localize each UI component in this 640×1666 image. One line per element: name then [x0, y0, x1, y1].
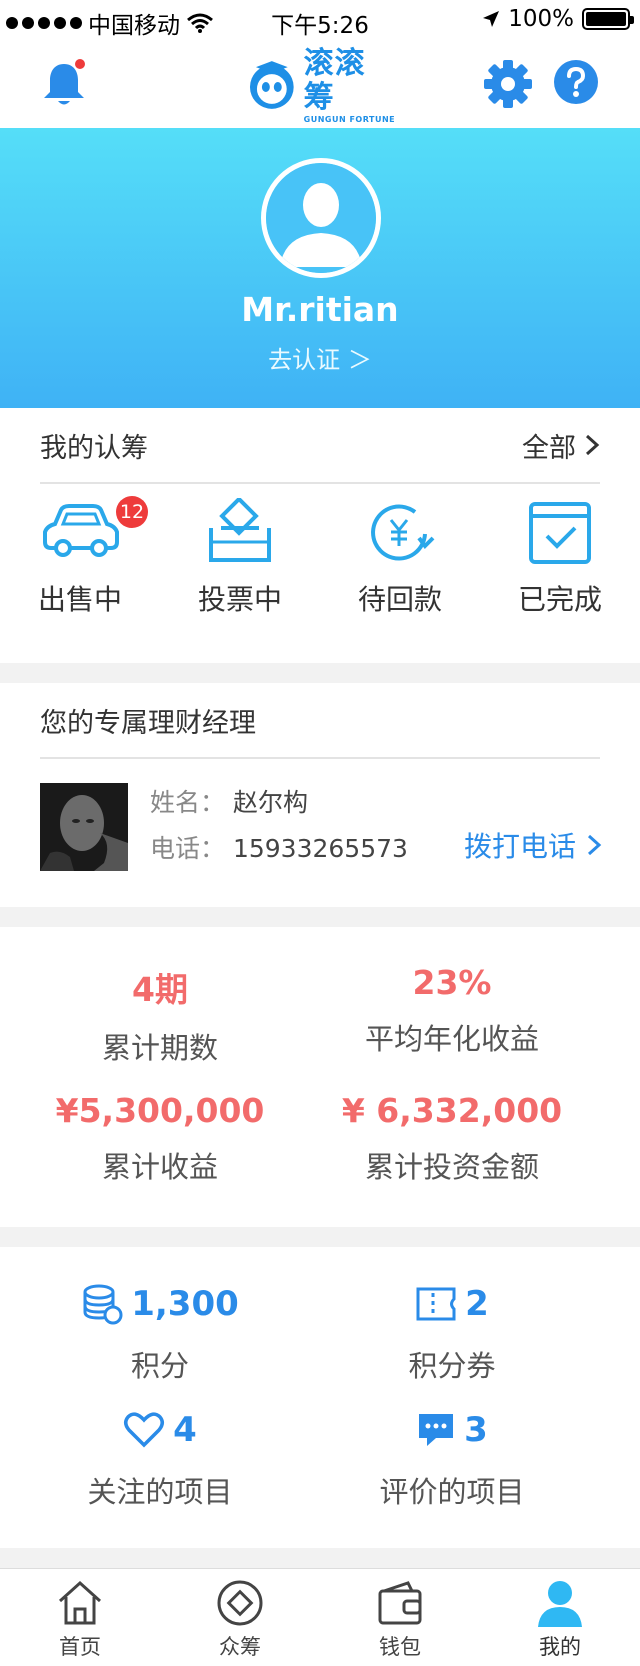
stat-income-value: ¥5,300,000: [55, 1091, 265, 1130]
home-icon: [58, 1580, 102, 1625]
tab-mine[interactable]: 我的: [480, 1569, 640, 1666]
call-label: 拨打电话: [463, 830, 576, 863]
points-item[interactable]: 1,300 积分: [0, 1281, 320, 1385]
avatar[interactable]: [261, 158, 381, 278]
verify-link-label: 去认证: [268, 346, 341, 374]
sub-item-selling[interactable]: 12 出售中: [0, 496, 160, 618]
view-all-label: 全部: [522, 432, 576, 464]
manager-phone: 15933265573: [232, 834, 408, 863]
sub-item-voting[interactable]: 投票中: [160, 498, 320, 618]
chevron-right-icon: ＞: [347, 346, 372, 374]
sub-item-label: 投票中: [197, 583, 282, 616]
app-logo: 滚滚筹 GUNGUN FORTUNE: [246, 46, 396, 124]
follows-value: 4: [173, 1410, 197, 1450]
battery-icon: [582, 8, 634, 30]
settings-gear-icon[interactable]: [482, 58, 534, 110]
sub-item-pending-return[interactable]: 待回款: [320, 498, 480, 618]
stat-invest-label: 累计投资金额: [364, 1150, 539, 1184]
panda-logo-icon: [249, 61, 294, 109]
selling-count-badge: 12: [116, 496, 148, 528]
manager-name: 赵尔构: [232, 788, 308, 817]
stat-invest-value: ¥ 6,332,000: [341, 1091, 563, 1130]
calendar-check-icon: [529, 502, 591, 564]
reviews-item[interactable]: 3 评价的项目: [292, 1407, 612, 1511]
status-bar: 中国移动 下午5:26 100%: [0, 0, 640, 40]
battery-percent: 100%: [508, 6, 574, 32]
stat-income-label: 累计收益: [101, 1150, 218, 1184]
points-value: 1,300: [131, 1284, 239, 1324]
sub-item-completed[interactable]: 已完成: [480, 498, 640, 618]
tab-home[interactable]: 首页: [0, 1569, 160, 1666]
manager-name-label: 姓名：: [150, 788, 226, 817]
yen-return-icon: [371, 504, 435, 561]
stat-periods-label: 累计期数: [101, 1031, 218, 1065]
coupons-item[interactable]: 2 积分券: [292, 1281, 612, 1385]
verify-link[interactable]: 去认证 ＞: [0, 340, 640, 375]
sub-item-label: 待回款: [357, 583, 442, 616]
top-nav: 滚滚筹 GUNGUN FORTUNE: [0, 40, 640, 128]
stat-yield: 23% 平均年化收益: [292, 963, 612, 1058]
tab-label: 众筹: [219, 1635, 261, 1659]
manager-title: 您的专属理财经理: [40, 707, 256, 739]
tab-wallet[interactable]: 钱包: [320, 1569, 480, 1666]
chevron-right-icon: [587, 834, 602, 856]
follows-label: 关注的项目: [87, 1475, 233, 1509]
bottom-tab-bar: 首页 众筹 钱包 我的: [0, 1568, 640, 1666]
sub-item-label: 出售中: [37, 583, 122, 616]
logo-subtext: GUNGUN FORTUNE: [303, 114, 396, 124]
tab-crowdfund[interactable]: 众筹: [160, 1569, 320, 1666]
points-card: 1,300 积分 2 积分券 4 关注的项目 3 评价的项目: [0, 1247, 640, 1548]
coins-icon: [83, 1284, 123, 1325]
manager-phone-row: 电话： 15933265573: [150, 829, 408, 865]
manager-card: 您的专属理财经理 姓名： 赵尔构 电话： 15933265573 拨打电话: [0, 683, 640, 907]
tab-label: 钱包: [379, 1635, 421, 1659]
coupons-label: 积分券: [408, 1349, 496, 1383]
car-icon: [43, 504, 119, 557]
sub-item-label: 已完成: [517, 583, 602, 616]
reviews-label: 评价的项目: [379, 1475, 525, 1509]
points-label: 积分: [130, 1349, 189, 1383]
subscriptions-card: 我的认筹 全部 12 出售中 投票中 待回款 已完成: [0, 408, 640, 663]
manager-photo: [40, 783, 128, 871]
stat-periods-value: 4期: [132, 970, 188, 1009]
username: Mr.ritian: [241, 290, 399, 329]
view-all-link[interactable]: 全部: [522, 426, 600, 465]
wallet-icon: [378, 1581, 422, 1625]
location-arrow-icon: [483, 11, 500, 27]
logo-text: 滚滚筹: [303, 45, 366, 115]
tab-label: 我的: [539, 1635, 581, 1659]
comment-icon: [419, 1414, 454, 1446]
stat-yield-label: 平均年化收益: [364, 1022, 539, 1056]
user-icon: [538, 1581, 582, 1627]
coupons-value: 2: [465, 1284, 489, 1324]
reviews-value: 3: [464, 1410, 488, 1450]
default-avatar-icon: [266, 163, 376, 273]
stat-yield-value: 23%: [412, 963, 492, 1002]
stats-card: 4期 累计期数 23% 平均年化收益 ¥5,300,000 累计收益 ¥ 6,3…: [0, 927, 640, 1227]
stat-invest: ¥ 6,332,000 累计投资金额: [292, 1091, 612, 1186]
notification-bell-icon[interactable]: [40, 58, 88, 110]
ticket-icon: [416, 1287, 456, 1321]
tab-label: 首页: [59, 1635, 101, 1659]
follows-item[interactable]: 4 关注的项目: [0, 1407, 320, 1511]
manager-portrait-icon: [40, 783, 128, 871]
stat-periods: 4期 累计期数: [0, 963, 320, 1067]
profile-hero: Mr.ritian 去认证 ＞: [0, 128, 640, 408]
vote-box-icon: [209, 498, 271, 562]
crowdfund-icon: [217, 1580, 263, 1626]
manager-name-row: 姓名： 赵尔构: [150, 783, 308, 819]
call-button[interactable]: 拨打电话: [464, 825, 602, 865]
subscriptions-title: 我的认筹: [40, 432, 148, 464]
help-icon[interactable]: [552, 58, 600, 106]
heart-icon: [124, 1412, 165, 1448]
chevron-right-icon: [585, 434, 600, 456]
stat-income: ¥5,300,000 累计收益: [0, 1091, 320, 1186]
manager-phone-label: 电话：: [150, 834, 226, 863]
